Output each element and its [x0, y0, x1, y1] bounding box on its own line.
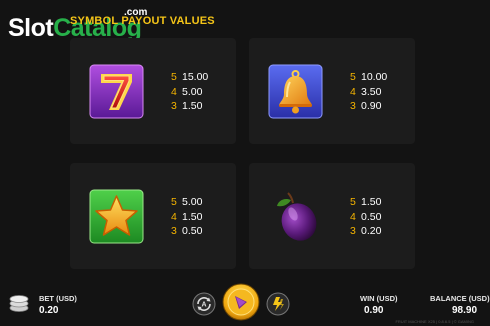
win-value: 0.90 [364, 305, 384, 316]
payout-list: 5 5.00 4 1.50 3 0.50 [171, 195, 202, 239]
payout-row: 4 1.50 [171, 210, 203, 223]
bet-label: BET (USD) [39, 294, 77, 303]
symbol-panel-plum: 5 1.50 4 0.50 3 0.20 [249, 163, 415, 269]
svg-text:A: A [201, 302, 206, 309]
symbol-panel-star: 5 5.00 4 1.50 3 0.50 [70, 163, 236, 269]
red-seven-icon [89, 64, 144, 119]
payout-list: 5 15.00 4 5.00 3 1.50 [171, 70, 208, 114]
payout-row: 4 5.00 [171, 85, 203, 98]
symbol-panel-bell: 5 10.00 4 3.50 3 0.90 [249, 38, 415, 144]
autoplay-button[interactable]: A [192, 292, 216, 316]
win-label: WIN (USD) [360, 294, 398, 303]
payout-row: 5 1.50 [350, 196, 382, 208]
lightning-icon [266, 292, 290, 316]
payout-row: 3 0.20 [350, 225, 382, 237]
balance-value: 98.90 [452, 305, 478, 316]
spin-icon [222, 283, 260, 321]
payout-row: 4 3.50 [350, 85, 382, 98]
payout-row: 5 5.00 [171, 196, 203, 208]
payout-row: 5 10.00 [350, 71, 388, 83]
star-icon [89, 189, 144, 244]
autoplay-icon: A [192, 292, 216, 316]
symbol-panel-seven: 5 15.00 4 5.00 3 1.50 [70, 38, 236, 144]
payout-row: 3 0.90 [350, 100, 382, 112]
payout-list: 5 1.50 4 0.50 3 0.20 [350, 195, 381, 239]
legal-text: FRUIT MACHINE X25 | 0.8.6.5 | © GAMING [395, 319, 474, 324]
page-title: SYMBOL PAYOUT VALUES [70, 15, 215, 27]
payout-row: 3 1.50 [171, 100, 203, 112]
bet-value: 0.20 [39, 305, 59, 316]
payout-row: 3 0.50 [171, 225, 203, 237]
bottom-control-bar: BET (USD) 0.20 A WIN (USD) 0.90 BALANCE … [0, 283, 490, 324]
balance-label: BALANCE (USD) [430, 294, 490, 303]
spin-button[interactable] [222, 283, 260, 321]
payout-row: 5 15.00 [171, 71, 209, 83]
coin-stack-icon[interactable] [8, 293, 30, 313]
bell-icon [268, 64, 323, 119]
plum-icon [268, 189, 323, 244]
payout-list: 5 10.00 4 3.50 3 0.90 [350, 70, 387, 114]
turbo-button[interactable] [266, 292, 290, 316]
payout-row: 4 0.50 [350, 210, 382, 223]
